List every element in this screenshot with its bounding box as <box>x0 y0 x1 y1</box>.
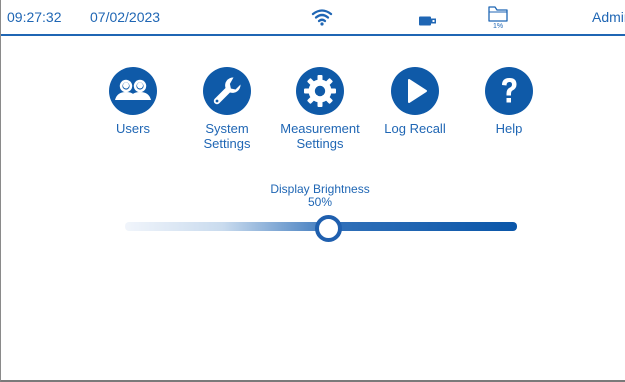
menu-item-label: Users <box>116 121 150 136</box>
menu-item-help[interactable]: Help <box>461 67 557 136</box>
question-icon <box>485 67 533 115</box>
clock-date: 07/02/2023 <box>90 9 161 25</box>
brightness-label: Display Brightness 50% <box>220 183 420 209</box>
status-bar: 09:27:32 07/02/2023 1% Admin <box>1 0 625 36</box>
wrench-icon <box>203 67 251 115</box>
menu-item-label: Measurement Settings <box>280 121 360 151</box>
users-icon <box>109 67 157 115</box>
wifi-icon <box>311 8 333 26</box>
user-name[interactable]: Admin <box>592 9 625 25</box>
menu-item-label: Log Recall <box>384 121 446 136</box>
menu-item-measurement-settings[interactable]: Measurement Settings <box>272 67 368 151</box>
brightness-slider-thumb[interactable] <box>314 215 342 242</box>
menu-item-log-recall[interactable]: Log Recall <box>367 67 463 136</box>
gear-icon <box>296 67 344 115</box>
usb-drive-icon <box>419 13 437 26</box>
clock-time: 09:27:32 <box>7 9 62 25</box>
folder-icon <box>488 6 508 22</box>
screen: 09:27:32 07/02/2023 1% Admin <box>0 0 625 382</box>
menu-item-label: Help <box>495 121 523 136</box>
menu-item-system-settings[interactable]: System Settings <box>179 67 275 151</box>
storage-indicator: 1% <box>487 5 509 33</box>
storage-percent: 1% <box>492 23 504 30</box>
menu-item-label: System Settings <box>203 121 251 151</box>
menu-item-users[interactable]: Users <box>85 67 181 136</box>
brightness-value: 50% <box>307 195 333 209</box>
play-icon <box>391 67 439 115</box>
